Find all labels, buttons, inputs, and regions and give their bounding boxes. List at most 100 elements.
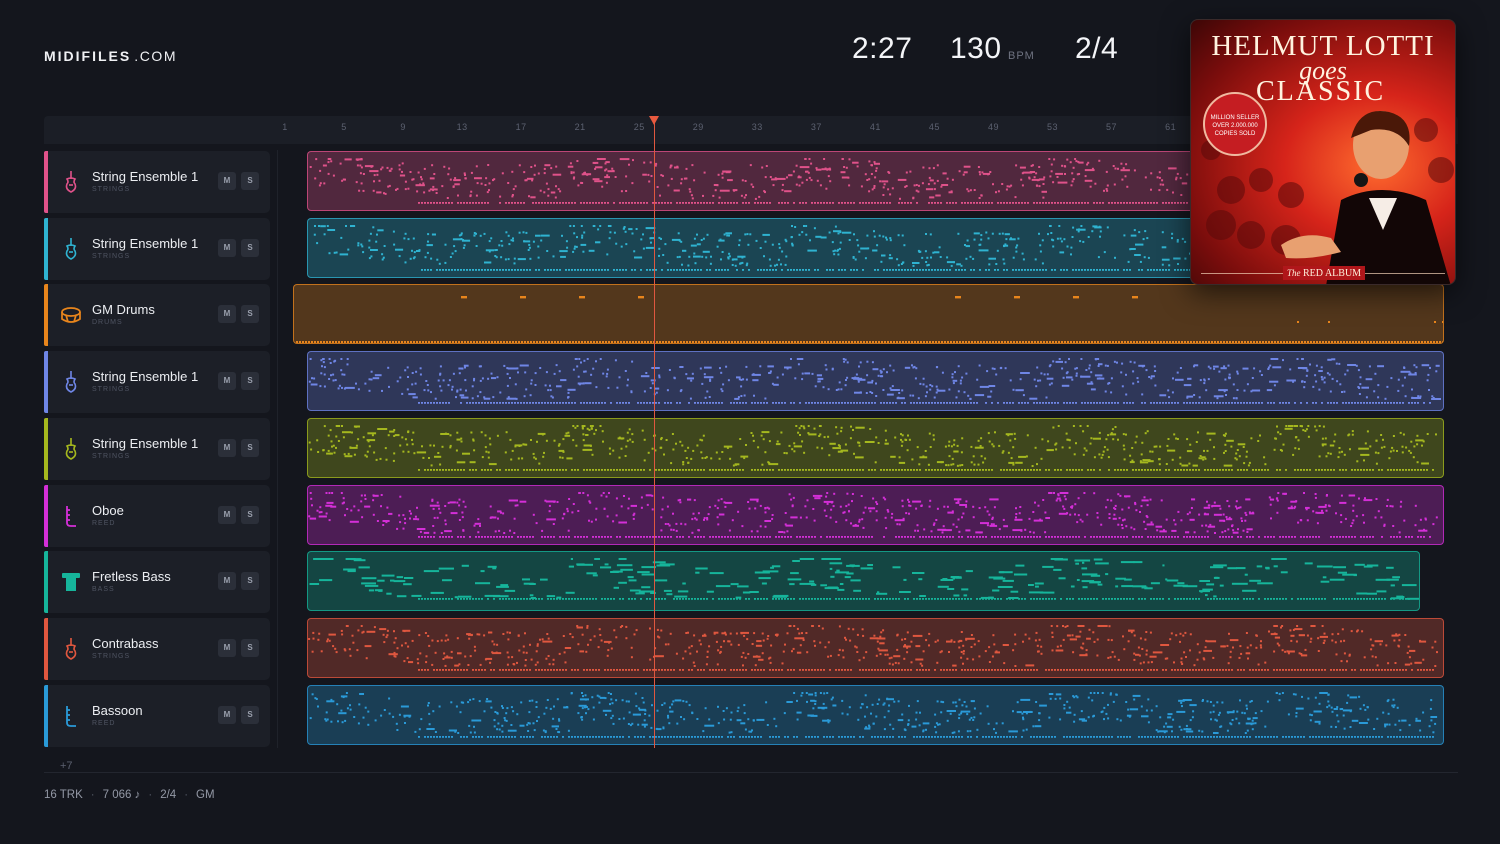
- bass-icon: [60, 570, 82, 594]
- solo-button[interactable]: S: [241, 305, 259, 324]
- track-category: STRINGS: [92, 252, 131, 260]
- note-grid: [308, 424, 1437, 471]
- solo-button[interactable]: S: [241, 705, 259, 724]
- ruler-bar-37: 37: [810, 122, 822, 132]
- solo-button[interactable]: S: [241, 572, 259, 591]
- track-name: GM Drums: [92, 302, 155, 318]
- midi-clip[interactable]: [307, 417, 1444, 478]
- mute-button[interactable]: M: [218, 638, 236, 657]
- solo-button[interactable]: S: [241, 372, 259, 391]
- ruler-bar-17: 17: [515, 122, 527, 132]
- time-signature: 2/4: [1075, 32, 1119, 65]
- midi-clip[interactable]: [307, 617, 1444, 678]
- track-header[interactable]: GM Drums DRUMS M S: [44, 284, 270, 347]
- midi-clip[interactable]: [293, 284, 1444, 345]
- midi-clip[interactable]: [307, 484, 1444, 545]
- track-header[interactable]: String Ensemble 1 STRINGS M S: [44, 351, 270, 414]
- solo-button[interactable]: S: [241, 238, 259, 257]
- violin-icon: [60, 637, 82, 661]
- track-header[interactable]: Bassoon REED M S: [44, 684, 270, 747]
- track-count: 16 TRK: [44, 789, 83, 801]
- solo-button[interactable]: S: [241, 172, 259, 190]
- cover-subtitle-article: The: [1287, 268, 1301, 278]
- mute-button[interactable]: M: [218, 172, 236, 190]
- track-name: String Ensemble 1: [92, 235, 199, 251]
- track-category: STRINGS: [92, 186, 131, 193]
- track-header[interactable]: String Ensemble 1 STRINGS M S: [44, 417, 270, 480]
- track-header[interactable]: String Ensemble 1 STRINGS M S: [44, 151, 270, 213]
- mute-button[interactable]: M: [218, 438, 236, 457]
- ruler-bar-33: 33: [751, 122, 763, 132]
- note-grid: [309, 691, 1438, 738]
- track-header[interactable]: Contrabass STRINGS M S: [44, 617, 270, 680]
- note-grid: [308, 358, 1441, 404]
- track-header[interactable]: Oboe REED M S: [44, 484, 270, 547]
- reed-icon: [60, 504, 82, 528]
- ruler-bar-21: 21: [574, 122, 586, 132]
- reed-icon: [60, 704, 82, 728]
- track-category: REED: [92, 519, 116, 527]
- track-color-bar: [44, 217, 48, 280]
- mute-button[interactable]: M: [218, 572, 236, 591]
- note-grid: [309, 558, 1419, 600]
- ruler-bar-5: 5: [341, 122, 347, 132]
- playhead-line[interactable]: [654, 116, 655, 748]
- track-color-bar: [44, 484, 48, 547]
- track-name: Bassoon: [92, 702, 143, 718]
- note-count: 7 066 ♪: [102, 789, 141, 801]
- track-category: STRINGS: [92, 452, 131, 460]
- million-seller-seal: MILLION SELLER OVER 2.000.000 COPIES SOL…: [1203, 92, 1267, 156]
- track-color-bar: [44, 551, 48, 614]
- mute-button[interactable]: M: [218, 305, 236, 324]
- tempo-value: 130: [950, 32, 1002, 65]
- violin-icon: [60, 437, 82, 461]
- track-header[interactable]: Fretless Bass BASS M S: [44, 551, 270, 614]
- ruler-bar-45: 45: [928, 122, 940, 132]
- midi-clip[interactable]: [307, 551, 1420, 612]
- mute-button[interactable]: M: [218, 705, 236, 724]
- note-grid: [296, 296, 1443, 344]
- solo-button[interactable]: S: [241, 638, 259, 657]
- drum-icon: [60, 303, 82, 327]
- violin-icon: [60, 170, 82, 194]
- track-category: STRINGS: [92, 386, 131, 394]
- mute-button[interactable]: M: [218, 238, 236, 257]
- midi-clip[interactable]: [307, 684, 1444, 745]
- mute-button[interactable]: M: [218, 372, 236, 391]
- track-color-bar: [44, 684, 48, 747]
- midi-clip[interactable]: [307, 351, 1444, 412]
- track-category: REED: [92, 719, 116, 727]
- ruler-bar-9: 9: [400, 122, 406, 132]
- playback-time: 2:27: [852, 32, 913, 65]
- cover-title-line3: CLASSIC: [1256, 76, 1386, 107]
- ruler-bar-49: 49: [987, 122, 999, 132]
- tempo-unit: BPM: [1008, 50, 1035, 62]
- midi-standard: GM: [196, 789, 215, 801]
- footer-signature: 2/4: [160, 789, 177, 801]
- file-info: 16 TRK · 7 066 ♪ · 2/4 · GM: [44, 789, 215, 801]
- cover-subtitle-text: RED ALBUM: [1303, 268, 1362, 279]
- ruler-bar-61: 61: [1165, 122, 1177, 132]
- brand-domain: .COM: [134, 48, 178, 64]
- track-category: STRINGS: [92, 652, 131, 660]
- track-category: BASS: [92, 586, 115, 594]
- violin-icon: [60, 237, 82, 261]
- album-cover: HELMUT LOTTI goes CLASSIC MILLION SELLER…: [1190, 19, 1456, 285]
- playhead-handle[interactable]: [649, 116, 659, 125]
- note-grid: [308, 491, 1438, 538]
- ruler-bar-29: 29: [692, 122, 704, 132]
- track-name: String Ensemble 1: [92, 369, 199, 385]
- solo-button[interactable]: S: [241, 438, 259, 457]
- track-name: Oboe: [92, 502, 124, 518]
- brand-logo: MIDIFILES .COM: [44, 48, 177, 64]
- mute-button[interactable]: M: [218, 505, 236, 524]
- ruler-bar-25: 25: [633, 122, 645, 132]
- cover-subtitle: The RED ALBUM: [1283, 266, 1366, 280]
- track-name: String Ensemble 1: [92, 435, 199, 451]
- track-header[interactable]: String Ensemble 1 STRINGS M S: [44, 217, 270, 280]
- footer-divider: [44, 772, 1458, 773]
- track-name: Fretless Bass: [92, 569, 171, 585]
- more-tracks-indicator[interactable]: +7: [60, 760, 73, 772]
- solo-button[interactable]: S: [241, 505, 259, 524]
- ruler-bar-1: 1: [282, 122, 288, 132]
